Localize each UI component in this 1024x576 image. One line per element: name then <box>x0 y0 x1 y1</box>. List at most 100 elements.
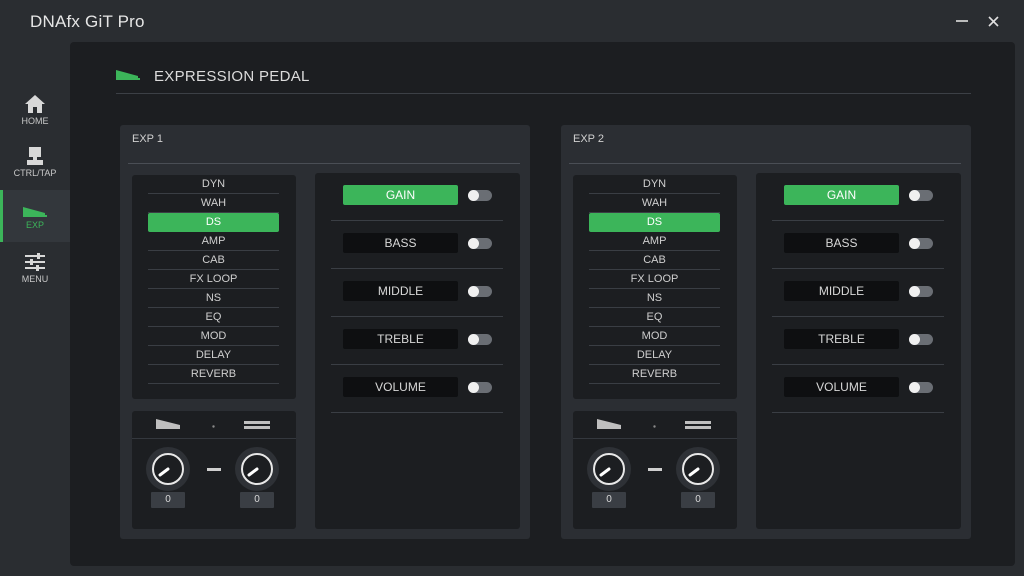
exp2-fx-list: DYN WAH DS AMP CAB FX LOOP NS EQ MOD DEL… <box>573 175 737 399</box>
param-gain-button[interactable]: GAIN <box>343 185 458 205</box>
param-bass-button[interactable]: BASS <box>343 233 458 253</box>
fx-item-mod[interactable]: MOD <box>148 327 279 346</box>
sidebar-item-menu[interactable]: MENU <box>0 242 70 294</box>
toe-value[interactable]: 0 <box>240 492 274 508</box>
fx-item-reverb[interactable]: REVERB <box>148 365 279 384</box>
param-bass-toggle[interactable] <box>468 238 492 249</box>
expression-pedal-icon <box>23 206 47 217</box>
knob-dial-icon <box>152 453 184 485</box>
pedal-range-header <box>132 411 296 439</box>
fx-item-ds[interactable]: DS <box>589 213 720 232</box>
fx-item-mod[interactable]: MOD <box>589 327 720 346</box>
sidebar-item-home[interactable]: HOME <box>0 84 70 136</box>
param-row: VOLUME <box>772 365 944 413</box>
toe-pedal-icon <box>685 421 711 429</box>
fx-item-ns[interactable]: NS <box>148 289 279 308</box>
param-row: MIDDLE <box>331 269 503 317</box>
param-row: MIDDLE <box>772 269 944 317</box>
fx-item-cab[interactable]: CAB <box>148 251 279 270</box>
app-title: DNAfx GiT Pro <box>30 12 145 31</box>
param-row: BASS <box>772 221 944 269</box>
fx-item-amp[interactable]: AMP <box>148 232 279 251</box>
param-middle-button[interactable]: MIDDLE <box>343 281 458 301</box>
fx-item-dyn[interactable]: DYN <box>148 175 279 194</box>
heel-pedal-icon <box>156 419 180 429</box>
param-row: GAIN <box>772 173 944 221</box>
sidebar-item-ctrl-tap[interactable]: CTRL/TAP <box>0 136 70 188</box>
param-volume-toggle[interactable] <box>909 382 933 393</box>
footswitch-icon <box>27 146 43 165</box>
toe-knob[interactable] <box>676 447 720 491</box>
main-panel: EXPRESSION PEDAL EXP 1 DYN WAH DS AMP CA… <box>70 42 1015 566</box>
page-header: EXPRESSION PEDAL <box>116 64 971 94</box>
close-icon <box>987 15 999 27</box>
param-row: TREBLE <box>772 317 944 365</box>
param-middle-toggle[interactable] <box>468 286 492 297</box>
minimize-button[interactable] <box>951 10 973 32</box>
fx-item-delay[interactable]: DELAY <box>589 346 720 365</box>
param-volume-toggle[interactable] <box>468 382 492 393</box>
fx-item-wah[interactable]: WAH <box>148 194 279 213</box>
range-dash <box>207 468 221 471</box>
param-treble-toggle[interactable] <box>468 334 492 345</box>
fx-item-wah[interactable]: WAH <box>589 194 720 213</box>
fx-item-dyn[interactable]: DYN <box>589 175 720 194</box>
heel-pedal-icon <box>597 419 621 429</box>
sidebar-item-label: EXP <box>25 219 44 230</box>
heel-knob[interactable] <box>146 447 190 491</box>
dot-icon <box>653 425 656 428</box>
fx-item-amp[interactable]: AMP <box>589 232 720 251</box>
fx-item-cab[interactable]: CAB <box>589 251 720 270</box>
toe-value[interactable]: 0 <box>681 492 715 508</box>
param-volume-button[interactable]: VOLUME <box>784 377 899 397</box>
exp1-param-panel: GAIN BASS MIDDLE TREBLE VOLUME <box>315 173 520 529</box>
sidebar-item-label: CTRL/TAP <box>13 167 57 178</box>
range-dash <box>648 468 662 471</box>
param-gain-toggle[interactable] <box>909 190 933 201</box>
param-bass-button[interactable]: BASS <box>784 233 899 253</box>
divider <box>128 163 520 164</box>
param-middle-toggle[interactable] <box>909 286 933 297</box>
knob-dial-icon <box>593 453 625 485</box>
param-bass-toggle[interactable] <box>909 238 933 249</box>
fx-item-eq[interactable]: EQ <box>148 308 279 327</box>
param-treble-button[interactable]: TREBLE <box>343 329 458 349</box>
param-treble-toggle[interactable] <box>909 334 933 345</box>
sliders-icon <box>25 252 45 271</box>
exp1-fx-list: DYN WAH DS AMP CAB FX LOOP NS EQ MOD DEL… <box>132 175 296 399</box>
param-volume-button[interactable]: VOLUME <box>343 377 458 397</box>
pedal-range-header <box>573 411 737 439</box>
close-button[interactable] <box>982 10 1004 32</box>
title-bar: DNAfx GiT Pro <box>0 0 1024 42</box>
param-row: GAIN <box>331 173 503 221</box>
exp2-range-box: 0 0 <box>573 411 737 529</box>
fx-item-fx-loop[interactable]: FX LOOP <box>148 270 279 289</box>
fx-item-eq[interactable]: EQ <box>589 308 720 327</box>
param-row: TREBLE <box>331 317 503 365</box>
param-treble-button[interactable]: TREBLE <box>784 329 899 349</box>
exp2-panel: EXP 2 DYN WAH DS AMP CAB FX LOOP NS EQ M… <box>561 125 971 539</box>
param-gain-button[interactable]: GAIN <box>784 185 899 205</box>
heel-knob[interactable] <box>587 447 631 491</box>
divider <box>569 163 961 164</box>
param-row: BASS <box>331 221 503 269</box>
heel-value[interactable]: 0 <box>151 492 185 508</box>
page-title: EXPRESSION PEDAL <box>154 68 310 85</box>
exp1-title: EXP 1 <box>132 133 163 145</box>
fx-item-fx-loop[interactable]: FX LOOP <box>589 270 720 289</box>
param-row: VOLUME <box>331 365 503 413</box>
param-middle-button[interactable]: MIDDLE <box>784 281 899 301</box>
heel-value[interactable]: 0 <box>592 492 626 508</box>
expression-pedal-icon <box>116 70 140 80</box>
fx-item-ds[interactable]: DS <box>148 213 279 232</box>
fx-item-ns[interactable]: NS <box>589 289 720 308</box>
sidebar-item-exp[interactable]: EXP <box>0 190 70 242</box>
fx-item-delay[interactable]: DELAY <box>148 346 279 365</box>
fx-item-reverb[interactable]: REVERB <box>589 365 720 384</box>
toe-knob[interactable] <box>235 447 279 491</box>
param-gain-toggle[interactable] <box>468 190 492 201</box>
sidebar-item-label: MENU <box>21 273 49 284</box>
sidebar-item-label: HOME <box>21 115 49 126</box>
exp1-panel: EXP 1 DYN WAH DS AMP CAB FX LOOP NS EQ M… <box>120 125 530 539</box>
exp2-title: EXP 2 <box>573 133 604 145</box>
